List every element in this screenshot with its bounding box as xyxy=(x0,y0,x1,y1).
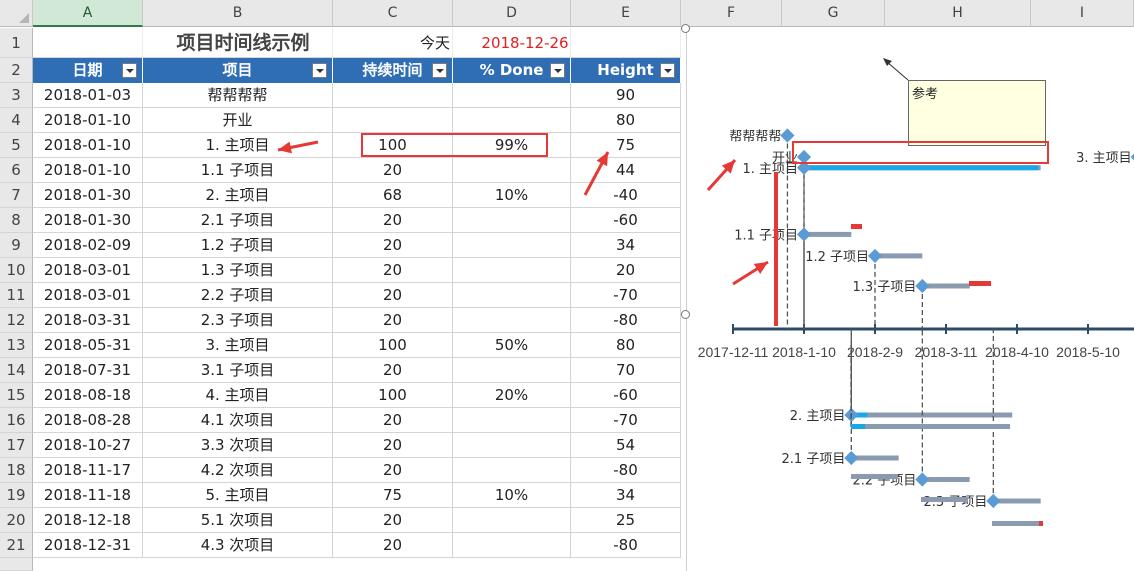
milestone-label: 2.1 子项目 xyxy=(782,452,846,467)
x-tick-label: 2018-1-10 xyxy=(772,344,836,360)
duration-bar xyxy=(804,231,852,237)
milestone-marker xyxy=(915,278,930,294)
x-tick-label: 2017-12-11 xyxy=(698,344,769,360)
milestone-marker xyxy=(867,248,883,263)
duration-bar xyxy=(921,497,968,502)
reference-note[interactable]: 参考 xyxy=(908,80,1046,146)
milestone-label: 1.2 子项目 xyxy=(805,250,869,265)
reference-red-line xyxy=(774,172,778,326)
highlight-box-duration-done xyxy=(361,133,548,157)
x-tick-label: 2018-4-10 xyxy=(985,344,1049,360)
overdue-bar xyxy=(969,281,991,286)
duration-bar xyxy=(851,424,1010,429)
milestone-label: 1.1 子项目 xyxy=(734,228,798,243)
milestone-label: 3. 主项目 xyxy=(1076,151,1132,166)
duration-bar xyxy=(922,477,970,482)
milestone-marker xyxy=(915,472,930,487)
duration-bar xyxy=(922,283,970,289)
milestone-marker xyxy=(844,450,859,466)
milestone-label: 2. 主项目 xyxy=(790,409,846,424)
duration-bar xyxy=(851,412,1013,418)
x-tick-label: 2018-5-10 xyxy=(1056,344,1120,360)
duration-bar xyxy=(851,474,898,479)
x-tick-label: 2018-3-11 xyxy=(915,344,978,360)
progress-bar xyxy=(804,165,1039,171)
milestone-label: 1.3 子项目 xyxy=(853,280,917,295)
duration-bar xyxy=(875,253,923,259)
milestone-marker xyxy=(796,227,812,242)
overdue-bar xyxy=(851,224,862,229)
milestone-label: 1. 主项目 xyxy=(742,162,798,177)
milestone-marker xyxy=(986,493,1001,509)
duration-bar xyxy=(992,521,1039,526)
note-pointer-line xyxy=(886,61,909,81)
red-arrow-head xyxy=(278,141,292,154)
highlight-box-main-bar xyxy=(792,141,1049,164)
milestone-label: 帮帮帮帮 xyxy=(729,130,781,145)
duration-bar xyxy=(851,455,899,461)
x-tick-label: 2018-2-9 xyxy=(847,344,903,360)
progress-bar xyxy=(851,424,865,429)
duration-bar xyxy=(993,498,1041,504)
